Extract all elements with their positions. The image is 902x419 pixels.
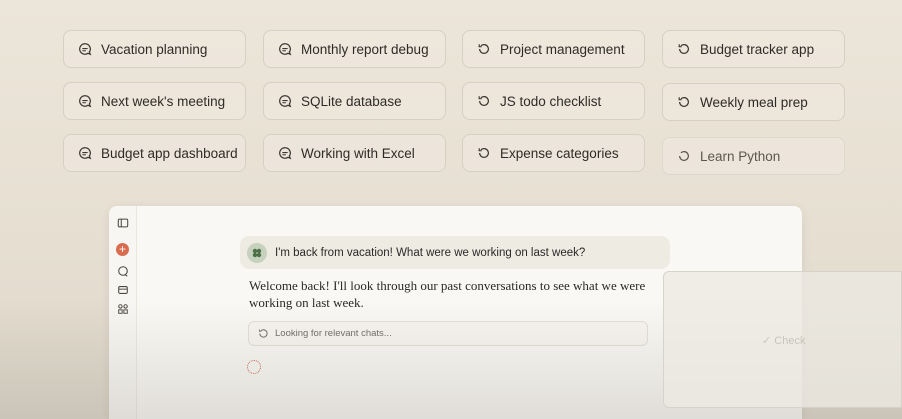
suggestion-chip[interactable]: Working with Excel [263,134,446,172]
suggestion-chip[interactable]: Learn Python [662,137,845,175]
suggestion-label: Working with Excel [301,145,415,161]
suggestion-chip[interactable]: JS todo checklist [462,82,645,120]
suggestion-label: Next week's meeting [101,93,226,109]
suggestion-grid: Vacation planning Monthly report debug P… [63,30,848,175]
new-chat-icon[interactable]: + [116,243,129,256]
sidebar-toggle-icon[interactable] [116,216,129,229]
sidebar-rail: + [109,206,137,419]
history-icon [477,94,491,108]
suggestion-label: Budget tracker app [700,41,815,57]
suggestion-label: SQLite database [301,93,402,109]
projects-icon[interactable] [116,283,129,296]
suggestion-label: Weekly meal prep [700,94,808,110]
loading-spinner-icon [247,360,261,374]
overlay-panel: ✓ Check [663,271,902,408]
avatar [247,242,267,263]
suggestion-label: Budget app dashboard [101,145,238,161]
history-icon [477,42,491,56]
suggestion-chip[interactable]: Budget app dashboard [63,134,246,172]
suggestion-label: Project management [500,41,625,57]
chat-bubble-icon [78,42,92,56]
suggestion-label: Vacation planning [101,41,208,57]
chat-bubble-icon [278,42,292,56]
suggestion-label: Learn Python [700,148,781,164]
search-history-icon [259,329,268,338]
suggestion-chip[interactable]: Expense categories [462,134,645,172]
suggestion-chip[interactable]: SQLite database [263,82,446,120]
suggestion-chip[interactable]: Weekly meal prep [662,83,845,121]
history-icon [677,42,691,56]
history-icon [677,95,691,109]
history-icon [677,149,691,163]
chats-icon[interactable] [116,264,129,277]
suggestion-label: Expense categories [500,145,619,161]
overlay-button-text: ✓ Check [762,335,806,347]
tool-status-box[interactable]: Looking for relevant chats... [248,321,648,346]
assistant-reply: Welcome back! I'll look through our past… [249,278,646,310]
user-message-text: I'm back from vacation! What were we wor… [275,246,586,259]
chat-bubble-icon [278,146,292,160]
chat-bubble-icon [78,94,92,108]
artifacts-icon[interactable] [116,302,129,315]
chat-bubble-icon [78,146,92,160]
suggestion-chip[interactable]: Next week's meeting [63,82,246,120]
suggestion-label: Monthly report debug [301,41,429,57]
suggestion-chip[interactable]: Monthly report debug [263,30,446,68]
suggestion-label: JS todo checklist [500,93,602,109]
user-message: I'm back from vacation! What were we wor… [240,236,670,269]
tool-status-text: Looking for relevant chats... [275,328,392,339]
suggestion-chip[interactable]: Budget tracker app [662,30,845,68]
suggestion-chip[interactable]: Vacation planning [63,30,246,68]
chat-bubble-icon [278,94,292,108]
history-icon [477,146,491,160]
suggestion-chip[interactable]: Project management [462,30,645,68]
